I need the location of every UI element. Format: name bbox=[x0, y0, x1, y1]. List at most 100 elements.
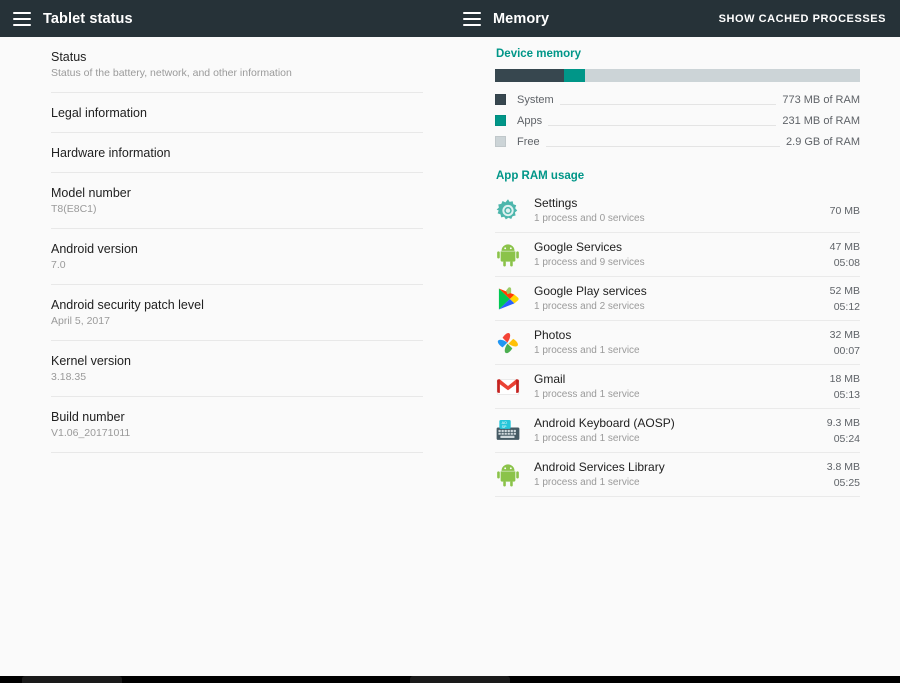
app-process-count: 1 process and 0 services bbox=[534, 213, 645, 224]
google-photos-icon bbox=[495, 330, 521, 356]
setting-subtitle: Status of the battery, network, and othe… bbox=[51, 67, 292, 79]
app-runtime: 05:24 bbox=[833, 433, 860, 445]
setting-title: Model number bbox=[51, 186, 131, 200]
setting-row[interactable]: Android version 7.0 bbox=[51, 229, 423, 285]
app-ram-row[interactable]: Google Services 1 process and 9 services 4… bbox=[495, 233, 860, 277]
app-memory-size: 9.3 MB bbox=[826, 417, 860, 429]
svg-text:SP: SP bbox=[502, 425, 507, 429]
android-robot-icon bbox=[495, 242, 521, 268]
setting-row[interactable]: Legal information bbox=[51, 93, 423, 133]
app-process-count: 1 process and 9 services bbox=[534, 257, 645, 268]
device-memory-bar bbox=[495, 69, 860, 82]
app-name: Gmail bbox=[534, 372, 566, 386]
app-runtime: 00:07 bbox=[833, 345, 860, 357]
legend-connector-line bbox=[548, 125, 777, 126]
app-memory-size: 18 MB bbox=[829, 373, 860, 385]
app-process-count: 1 process and 1 service bbox=[534, 389, 640, 400]
legend-color-swatch-icon bbox=[495, 136, 506, 147]
tablet-settings-screen: Tablet status Memory SHOW CACHED PROCESS… bbox=[0, 0, 900, 683]
setting-subtitle: 3.18.35 bbox=[51, 371, 87, 383]
app-process-count: 1 process and 1 service bbox=[534, 433, 640, 444]
setting-title: Kernel version bbox=[51, 354, 131, 368]
app-name: Android Services Library bbox=[534, 460, 665, 474]
legend-label: Apps bbox=[517, 114, 543, 127]
app-text: Settings 1 process and 0 services bbox=[534, 196, 820, 226]
setting-subtitle: T8(E8C1) bbox=[51, 203, 97, 215]
app-text: Android Services Library 1 process and 1 … bbox=[534, 460, 817, 490]
setting-title: Status bbox=[51, 50, 87, 64]
setting-subtitle: 7.0 bbox=[51, 259, 66, 271]
app-memory-size: 52 MB bbox=[829, 285, 860, 297]
app-metrics: 3.8 MB 05:25 bbox=[817, 460, 860, 490]
app-name: Google Play services bbox=[534, 284, 647, 298]
setting-title: Legal information bbox=[51, 106, 147, 120]
keyboard-icon: AO SP bbox=[495, 418, 521, 444]
setting-row[interactable]: Kernel version 3.18.35 bbox=[51, 341, 423, 397]
show-cached-processes-button[interactable]: SHOW CACHED PROCESSES bbox=[719, 13, 886, 25]
app-memory-size: 32 MB bbox=[829, 329, 860, 341]
setting-row[interactable]: Android security patch level April 5, 201… bbox=[51, 285, 423, 341]
setting-row[interactable]: Model number T8(E8C1) bbox=[51, 173, 423, 229]
app-runtime: 05:13 bbox=[833, 389, 860, 401]
memory-bar-segment-free bbox=[585, 69, 860, 82]
app-memory-size: 70 MB bbox=[829, 204, 860, 217]
app-name: Settings bbox=[534, 196, 578, 210]
setting-title: Android security patch level bbox=[51, 298, 204, 312]
app-memory-size: 3.8 MB bbox=[826, 461, 860, 473]
hamburger-menu-icon-memory[interactable] bbox=[463, 11, 481, 26]
app-runtime: 05:12 bbox=[833, 301, 860, 313]
legend-value: 231 MB of RAM bbox=[782, 114, 860, 127]
app-ram-row[interactable]: Photos 1 process and 1 service 32 MB 00:07 bbox=[495, 321, 860, 365]
legend-connector-line bbox=[545, 146, 781, 147]
memory-legend-row: Free 2.9 GB of RAM bbox=[495, 131, 860, 152]
app-text: Google Services 1 process and 9 services bbox=[534, 240, 820, 270]
android-robot-icon bbox=[495, 462, 521, 488]
app-ram-row[interactable]: Android Services Library 1 process and 1 … bbox=[495, 453, 860, 497]
nav-hint-left bbox=[22, 676, 122, 683]
setting-subtitle: April 5, 2017 bbox=[51, 315, 110, 327]
app-metrics: 47 MB 05:08 bbox=[820, 240, 860, 270]
setting-row[interactable]: Status Status of the battery, network, an… bbox=[51, 37, 423, 93]
setting-title: Build number bbox=[51, 410, 125, 424]
right-appbar: Memory SHOW CACHED PROCESSES bbox=[450, 0, 900, 37]
app-ram-row[interactable]: Google Play services 1 process and 2 serv… bbox=[495, 277, 860, 321]
nav-hint-right bbox=[410, 676, 510, 683]
app-process-count: 1 process and 2 services bbox=[534, 301, 645, 312]
app-ram-row[interactable]: Settings 1 process and 0 services 70 MB bbox=[495, 189, 860, 233]
app-ram-row[interactable]: Gmail 1 process and 1 service 18 MB 05:13 bbox=[495, 365, 860, 409]
page-title-memory: Memory bbox=[493, 10, 550, 27]
memory-pane: Device memory System 773 MB of RAM Apps 231… bbox=[450, 37, 900, 676]
app-ram-usage-heading: App RAM usage bbox=[496, 170, 585, 182]
google-play-services-icon bbox=[495, 286, 521, 312]
app-text: Android Keyboard (AOSP) 1 process and 1 s… bbox=[534, 416, 817, 446]
legend-value: 773 MB of RAM bbox=[782, 93, 860, 106]
legend-color-swatch-icon bbox=[495, 115, 506, 126]
app-metrics: 32 MB 00:07 bbox=[820, 328, 860, 358]
memory-legend-row: System 773 MB of RAM bbox=[495, 89, 860, 110]
app-name: Android Keyboard (AOSP) bbox=[534, 416, 675, 430]
hamburger-menu-icon[interactable] bbox=[13, 11, 31, 26]
device-memory-heading: Device memory bbox=[496, 48, 582, 60]
memory-legend-row: Apps 231 MB of RAM bbox=[495, 110, 860, 131]
legend-label: System bbox=[517, 93, 554, 106]
system-navigation-bar bbox=[0, 676, 900, 683]
app-metrics: 18 MB 05:13 bbox=[820, 372, 860, 402]
left-appbar: Tablet status bbox=[0, 0, 450, 37]
legend-label: Free bbox=[517, 135, 540, 148]
setting-row[interactable]: Build number V1.06_20171011 bbox=[51, 397, 423, 453]
legend-color-swatch-icon bbox=[495, 94, 506, 105]
app-metrics: 52 MB 05:12 bbox=[820, 284, 860, 314]
setting-row[interactable]: Hardware information bbox=[51, 133, 423, 173]
app-memory-size: 47 MB bbox=[829, 241, 860, 253]
app-ram-row[interactable]: AO SP Android Keyboard (AOSP) 1 process and… bbox=[495, 409, 860, 453]
setting-title: Android version bbox=[51, 242, 138, 256]
page-title-tablet-status: Tablet status bbox=[43, 10, 133, 27]
tablet-status-pane: Status Status of the battery, network, an… bbox=[0, 37, 450, 676]
device-memory-legend: System 773 MB of RAM Apps 231 MB of RAM Free… bbox=[495, 89, 860, 152]
settings-gear-icon bbox=[495, 198, 521, 224]
app-text: Google Play services 1 process and 2 serv… bbox=[534, 284, 820, 314]
app-ram-usage-list: Settings 1 process and 0 services 70 MB Goo… bbox=[495, 189, 860, 497]
memory-bar-segment-apps bbox=[564, 69, 586, 82]
app-name: Google Services bbox=[534, 240, 623, 254]
app-text: Gmail 1 process and 1 service bbox=[534, 372, 820, 402]
